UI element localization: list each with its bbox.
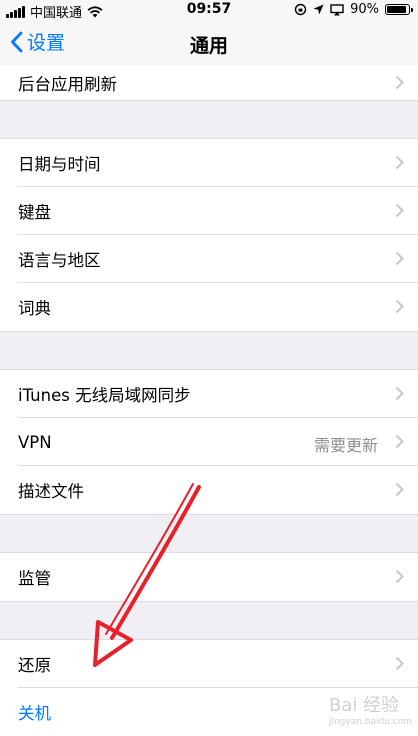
watermark-url: jingyan.baidu.com bbox=[328, 717, 412, 727]
row-itunes-wifi-sync[interactable]: iTunes 无线局域网同步 bbox=[0, 370, 418, 418]
location-icon bbox=[313, 4, 324, 15]
section-spacer bbox=[0, 601, 418, 640]
watermark-brand: Bai 经验 bbox=[328, 695, 400, 716]
chevron-right-icon bbox=[395, 251, 404, 266]
section-spacer bbox=[0, 100, 418, 139]
battery-percent: 90% bbox=[350, 2, 379, 17]
vpn-status: 需要更新 bbox=[313, 436, 378, 455]
row-label: 关机 bbox=[18, 704, 51, 723]
chevron-right-icon bbox=[395, 386, 404, 401]
row-label: 后台应用刷新 bbox=[18, 74, 117, 94]
row-keyboard[interactable]: 键盘 bbox=[0, 187, 418, 235]
chevron-right-icon bbox=[395, 656, 404, 671]
baidu-watermark: Bai 经验 jingyan.baidu.com bbox=[329, 691, 412, 727]
chevron-right-icon bbox=[395, 482, 404, 497]
row-supervision[interactable]: 监管 bbox=[0, 553, 418, 601]
row-label: iTunes 无线局域网同步 bbox=[18, 386, 191, 405]
settings-list: 后台应用刷新 日期与时间 键盘 语言与地区 词典 iTunes 无线局域网同步 … bbox=[0, 65, 418, 736]
status-right: 90% bbox=[294, 2, 413, 17]
row-label: 监管 bbox=[18, 569, 51, 588]
chevron-right-icon bbox=[395, 569, 404, 584]
row-label: VPN bbox=[18, 432, 52, 452]
rotation-lock-icon bbox=[294, 3, 307, 16]
row-reset[interactable]: 还原 bbox=[0, 640, 418, 688]
row-label: 词典 bbox=[18, 299, 51, 318]
chevron-right-icon bbox=[395, 299, 404, 314]
row-language-region[interactable]: 语言与地区 bbox=[0, 235, 418, 283]
battery-icon bbox=[385, 4, 413, 15]
chevron-right-icon bbox=[395, 155, 404, 170]
chevron-right-icon bbox=[395, 434, 404, 449]
screen-mirroring-icon bbox=[330, 3, 344, 15]
row-dictionary[interactable]: 词典 bbox=[0, 283, 418, 331]
chevron-right-icon bbox=[395, 75, 404, 89]
row-label: 还原 bbox=[18, 656, 51, 675]
row-vpn[interactable]: VPN 需要更新 bbox=[0, 418, 418, 466]
page-title: 通用 bbox=[189, 35, 228, 57]
section-spacer bbox=[0, 331, 418, 370]
navigation-bar: 设置 通用 bbox=[0, 20, 418, 65]
section-spacer bbox=[0, 514, 418, 553]
status-bar: 中国联通 09:57 90% bbox=[0, 0, 418, 21]
chevron-right-icon bbox=[395, 203, 404, 218]
row-label: 日期与时间 bbox=[18, 155, 101, 174]
row-label: 描述文件 bbox=[18, 482, 84, 501]
row-label: 语言与地区 bbox=[18, 251, 101, 270]
row-label: 键盘 bbox=[18, 203, 51, 222]
row-profiles[interactable]: 描述文件 bbox=[0, 466, 418, 514]
row-background-refresh[interactable]: 后台应用刷新 bbox=[0, 65, 418, 100]
row-date-time[interactable]: 日期与时间 bbox=[0, 139, 418, 187]
